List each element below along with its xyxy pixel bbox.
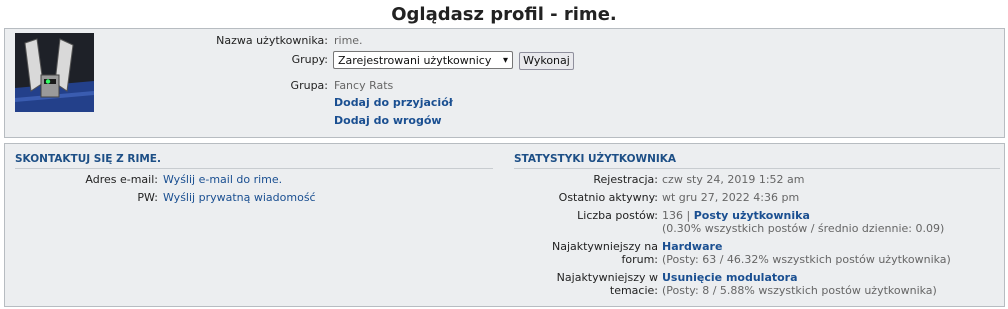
- pm-label: PW:: [137, 191, 158, 204]
- group-value: Fancy Rats: [334, 79, 394, 92]
- last-active-value: wt gru 27, 2022 4:36 pm: [662, 191, 800, 204]
- active-forum-label-2: forum:: [621, 253, 658, 266]
- robot-avatar-icon: [15, 33, 94, 112]
- page-title: Oglądasz profil - rime.: [391, 4, 617, 25]
- details-panel: SKONTAKTUJ SIĘ Z RIME. Adres e-mail: Wyś…: [4, 143, 1005, 307]
- active-forum-link[interactable]: Hardware: [662, 240, 722, 253]
- user-posts-link[interactable]: Posty użytkownika: [694, 209, 810, 222]
- username-label: Nazwa użytkownika:: [216, 34, 328, 47]
- active-forum-detail: (Posty: 63 / 46.32% wszystkich postów uż…: [662, 253, 951, 266]
- registered-value: czw sty 24, 2019 1:52 am: [662, 173, 805, 186]
- groups-select[interactable]: Zarejestrowani użytkownicy ▾: [333, 51, 513, 69]
- active-topic-detail: (Posty: 8 / 5.88% wszystkich postów użyt…: [662, 284, 937, 297]
- email-label: Adres e-mail:: [85, 173, 158, 186]
- active-topic-label-2: temacie:: [609, 284, 658, 297]
- send-pm-link[interactable]: Wyślij prywatną wiadomość: [163, 191, 316, 204]
- posts-label: Liczba postów:: [577, 209, 658, 222]
- groups-label: Grupy:: [291, 53, 328, 66]
- add-friend-link[interactable]: Dodaj do przyjaciół: [334, 96, 453, 109]
- send-email-link[interactable]: Wyślij e-mail do rime.: [163, 173, 282, 186]
- username-value: rime.: [334, 34, 363, 47]
- posts-count: 136 |: [662, 209, 691, 222]
- posts-detail: (0.30% wszystkich postów / średnio dzien…: [662, 222, 945, 235]
- chevron-down-icon: ▾: [502, 55, 508, 66]
- add-foe-link[interactable]: Dodaj do wrogów: [334, 114, 442, 127]
- execute-button[interactable]: Wykonaj: [519, 52, 574, 70]
- active-forum-label-1: Najaktywniejszy na: [551, 240, 658, 253]
- group-label: Grupa:: [290, 79, 328, 92]
- profile-panel: Nazwa użytkownika: rime. Grupy: Zarejest…: [4, 28, 1005, 138]
- contact-heading: SKONTAKTUJ SIĘ Z RIME.: [15, 153, 493, 169]
- active-topic-label-1: Najaktywniejszy w: [556, 271, 658, 284]
- stats-heading: STATYSTYKI UŻYTKOWNIKA: [514, 153, 1000, 169]
- avatar: [15, 33, 94, 112]
- last-active-label: Ostatnio aktywny:: [558, 191, 658, 204]
- registered-label: Rejestracja:: [593, 173, 658, 186]
- active-topic-link[interactable]: Usunięcie modulatora: [662, 271, 798, 284]
